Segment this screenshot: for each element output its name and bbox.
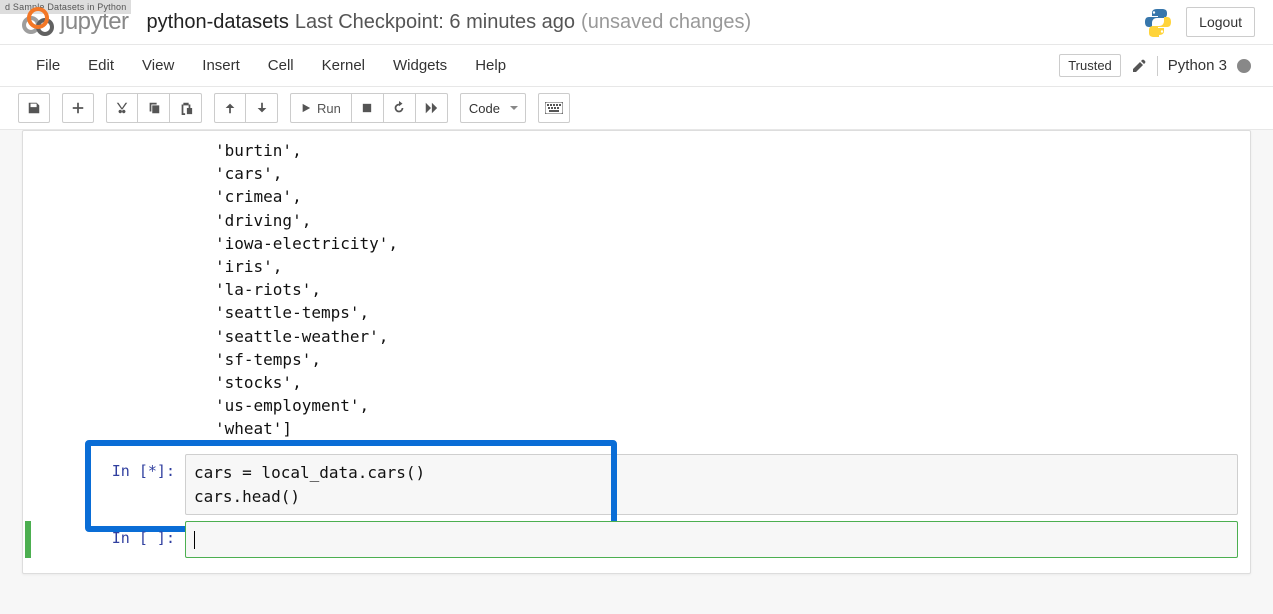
cell-code[interactable] — [194, 528, 1229, 551]
kernel-name[interactable]: Python 3 — [1168, 57, 1227, 74]
run-button[interactable]: Run — [290, 93, 352, 123]
menu-widgets[interactable]: Widgets — [379, 53, 461, 78]
interrupt-button[interactable] — [352, 93, 384, 123]
output-line: 'cars', — [215, 162, 1238, 185]
cell-code[interactable]: cars = local_data.cars() cars.head() — [194, 461, 1229, 507]
jupyter-logo-icon — [22, 6, 54, 38]
kernel-status-icon — [1237, 59, 1251, 73]
notebook-header: jupyter python-datasets Last Checkpoint:… — [0, 0, 1273, 44]
add-cell-button[interactable] — [62, 93, 94, 123]
output-line: 'wheat'] — [215, 417, 1238, 440]
restart-run-all-button[interactable] — [416, 93, 448, 123]
menu-view[interactable]: View — [128, 53, 188, 78]
command-palette-button[interactable] — [538, 93, 570, 123]
menu-file[interactable]: File — [22, 53, 74, 78]
restart-button[interactable] — [384, 93, 416, 123]
edit-icon[interactable] — [1131, 58, 1147, 74]
toolbar: Run Code — [0, 87, 1273, 130]
output-line: 'crimea', — [215, 185, 1238, 208]
menu-edit[interactable]: Edit — [74, 53, 128, 78]
trusted-indicator[interactable]: Trusted — [1059, 54, 1121, 77]
cell-type-select[interactable]: Code — [460, 93, 526, 123]
menu-bar: File Edit View Insert Cell Kernel Widget… — [0, 44, 1273, 87]
run-button-label: Run — [317, 101, 341, 116]
menu-help[interactable]: Help — [461, 53, 520, 78]
move-down-button[interactable] — [246, 93, 278, 123]
notebook-container[interactable]: 'burtin', 'cars', 'crimea', 'driving', '… — [22, 130, 1251, 574]
logout-button[interactable]: Logout — [1186, 7, 1255, 37]
cell-output: 'burtin', 'cars', 'crimea', 'driving', '… — [35, 139, 1238, 448]
output-line: 'stocks', — [215, 371, 1238, 394]
output-line: 'driving', — [215, 209, 1238, 232]
cell-input[interactable] — [185, 521, 1238, 558]
cell-input[interactable]: cars = local_data.cars() cars.head() — [185, 454, 1238, 514]
paste-button[interactable] — [170, 93, 202, 123]
code-cell-running[interactable]: In [*]: cars = local_data.cars() cars.he… — [35, 454, 1238, 514]
output-line: 'seattle-temps', — [215, 301, 1238, 324]
text-cursor — [194, 531, 195, 549]
menu-kernel[interactable]: Kernel — [308, 53, 379, 78]
output-line: 'iowa-electricity', — [215, 232, 1238, 255]
output-line: 'burtin', — [215, 139, 1238, 162]
code-cell-empty[interactable]: In [ ]: — [35, 521, 1238, 558]
cell-prompt: In [ ]: — [35, 521, 185, 558]
browser-tab-label: d Sample Datasets in Python — [0, 0, 131, 14]
checkpoint-text: Last Checkpoint: 6 minutes ago — [295, 11, 575, 34]
save-button[interactable] — [18, 93, 50, 123]
output-line: 'seattle-weather', — [215, 325, 1238, 348]
copy-button[interactable] — [138, 93, 170, 123]
cell-prompt: In [*]: — [35, 454, 185, 514]
output-line: 'la-riots', — [215, 278, 1238, 301]
move-up-button[interactable] — [214, 93, 246, 123]
output-line: 'us-employment', — [215, 394, 1238, 417]
menu-cell[interactable]: Cell — [254, 53, 308, 78]
python-logo-icon — [1142, 6, 1174, 38]
output-line: 'iris', — [215, 255, 1238, 278]
separator — [1157, 56, 1158, 76]
unsaved-changes-text: (unsaved changes) — [581, 11, 751, 34]
output-line: 'sf-temps', — [215, 348, 1238, 371]
menu-insert[interactable]: Insert — [188, 53, 254, 78]
notebook-title[interactable]: python-datasets — [147, 11, 289, 34]
cut-button[interactable] — [106, 93, 138, 123]
